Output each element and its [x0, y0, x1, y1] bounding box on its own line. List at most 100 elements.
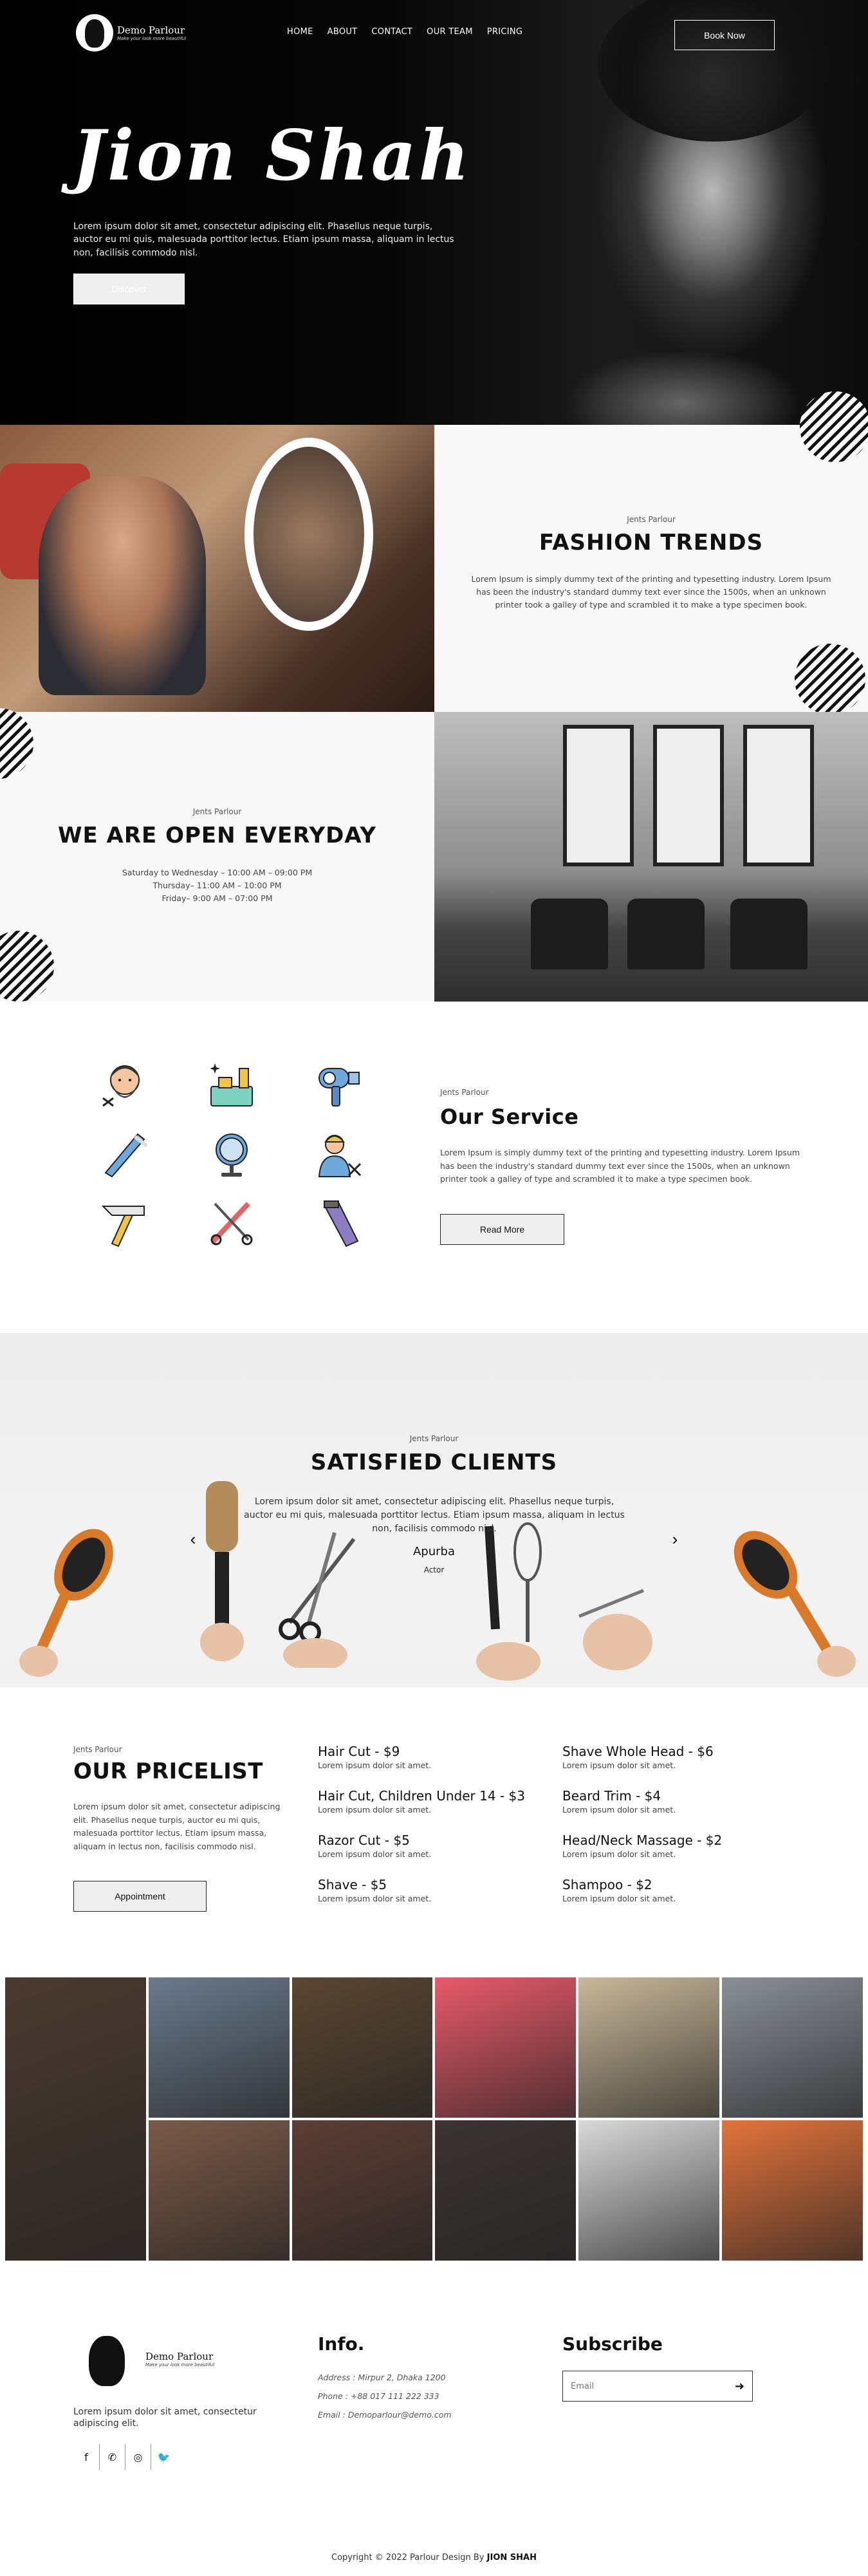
gallery-image[interactable] — [291, 1977, 433, 2118]
brand-logo[interactable]: Demo Parlour Make your look more beautif… — [76, 14, 186, 51]
gallery-image[interactable] — [435, 1977, 577, 2118]
prev-arrow-icon[interactable]: ‹ — [183, 1529, 203, 1549]
info-title: Info. — [318, 2333, 365, 2355]
price-item: Beard Trim - $4 Lorem ipsum dolor sit ame… — [562, 1788, 676, 1815]
open-hours-list: Saturday to Wednesday – 10:00 AM – 09:00… — [0, 866, 434, 905]
price-desc: Lorem ipsum dolor sit amet. — [318, 1849, 432, 1859]
info-phone: Phone : +88 017 111 222 333 — [318, 2391, 439, 2401]
price-name: Razor Cut - $5 — [318, 1833, 410, 1848]
nav-contact[interactable]: CONTACT — [371, 27, 412, 37]
facebook-icon[interactable]: f — [73, 2444, 99, 2470]
price-item: Shave Whole Head - $6 Lorem ipsum dolor s… — [562, 1744, 714, 1770]
copyright-text: Copyright © 2022 Parlour Design By — [331, 2553, 485, 2562]
nav-home[interactable]: HOME — [287, 27, 313, 37]
barber-icon — [310, 1125, 367, 1182]
testimonial-role: Actor — [423, 1565, 445, 1574]
price-item: Razor Cut - $5 Lorem ipsum dolor sit amet… — [318, 1833, 431, 1859]
subscribe-form: ➜ — [562, 2371, 753, 2402]
hero-title: Jion Shah — [72, 115, 472, 196]
whisk-and-comb-image — [463, 1513, 560, 1687]
pricelist-title: OUR PRICELIST — [73, 1759, 263, 1784]
book-now-button[interactable]: Book Now — [674, 20, 775, 50]
cosmetics-icon — [203, 1056, 260, 1112]
photo-shape — [653, 725, 724, 866]
price-desc: Lorem ipsum dolor sit amet. — [562, 1805, 676, 1815]
arrow-right-icon[interactable]: ➜ — [735, 2380, 744, 2393]
nav-pricing[interactable]: PRICING — [487, 27, 523, 37]
gallery-image[interactable] — [5, 1977, 146, 2261]
info-email: Email : Demoparlour@demo.com — [318, 2410, 452, 2420]
photo-shape — [531, 899, 608, 969]
hair-dryer-icon — [310, 1056, 367, 1112]
price-name: Head/Neck Massage - $2 — [562, 1833, 723, 1848]
open-hours-line: Friday– 9:00 AM – 07:00 PM — [162, 893, 273, 903]
service-kicker: Jents Parlour — [440, 1088, 489, 1097]
gallery-image[interactable] — [148, 1977, 290, 2118]
info-address: Address : Mirpur 2, Dhaka 1200 — [318, 2373, 446, 2382]
gallery-image[interactable] — [578, 2120, 720, 2261]
gallery-image[interactable] — [435, 2120, 577, 2261]
nav-our-team[interactable]: OUR TEAM — [427, 27, 473, 37]
stripe-decoration-icon — [795, 644, 865, 714]
footer-about: Lorem ipsum dolor sit amet, consectetur … — [73, 2407, 257, 2429]
fashion-kicker: Jents Parlour — [627, 515, 676, 524]
discover-button[interactable]: Discover — [73, 274, 185, 304]
photo-gallery — [5, 1977, 863, 2261]
instagram-icon[interactable]: ◎ — [125, 2444, 151, 2470]
nav-about[interactable]: ABOUT — [328, 27, 358, 37]
open-hours-line: Saturday to Wednesday – 10:00 AM – 09:00… — [122, 868, 313, 877]
copyright: Copyright © 2022 Parlour Design By JION … — [0, 2553, 868, 2562]
twitter-icon[interactable]: 🐦 — [151, 2444, 176, 2470]
appointment-button[interactable]: Appointment — [73, 1881, 207, 1912]
brand-tagline: Make your look more beautiful — [117, 36, 187, 41]
salon-interior-photo — [434, 712, 868, 1002]
hero-section — [0, 0, 868, 425]
next-arrow-icon[interactable]: › — [665, 1529, 685, 1549]
price-desc: Lorem ipsum dolor sit amet. — [318, 1805, 432, 1815]
straight-razor-icon — [97, 1195, 153, 1251]
price-name: Shave Whole Head - $6 — [562, 1744, 714, 1759]
read-more-button[interactable]: Read More — [440, 1214, 564, 1245]
price-name: Beard Trim - $4 — [562, 1788, 661, 1804]
fashion-title: FASHION TRENDS — [539, 530, 764, 555]
logo-icon — [76, 2327, 140, 2391]
gallery-image[interactable] — [722, 2120, 863, 2261]
price-desc: Lorem ipsum dolor sit amet. — [318, 1760, 432, 1770]
footer-logo[interactable]: Demo Parlour Make your look more beautif… — [76, 2327, 214, 2391]
fashion-trends-section: Jents Parlour FASHION TRENDS Lorem Ipsum… — [434, 391, 868, 714]
gallery-image[interactable] — [148, 2120, 290, 2261]
subscribe-title: Subscribe — [562, 2333, 663, 2355]
pricelist-kicker: Jents Parlour — [73, 1745, 122, 1754]
beard-man-icon — [97, 1056, 153, 1112]
clients-title: SATISFIED CLIENTS — [310, 1450, 558, 1475]
photo-shape — [39, 476, 206, 695]
subscribe-email-input[interactable] — [571, 2381, 712, 2391]
barber-mirror-photo — [0, 425, 434, 712]
price-desc: Lorem ipsum dolor sit amet. — [318, 1894, 432, 1903]
photo-shape — [245, 438, 373, 631]
gallery-image[interactable] — [291, 2120, 433, 2261]
pricelist-body: Lorem ipsum dolor sit amet, consectetur … — [73, 1802, 281, 1851]
open-title: WE ARE OPEN EVERYDAY — [57, 823, 377, 848]
photo-shape — [563, 725, 634, 866]
gallery-image[interactable] — [722, 1977, 863, 2118]
photo-shape — [627, 899, 705, 969]
hair-clipper-icon — [310, 1195, 367, 1251]
gallery-image[interactable] — [578, 1977, 720, 2118]
main-nav: HOME ABOUT CONTACT OUR TEAM PRICING — [287, 27, 522, 37]
hero-text: Lorem ipsum dolor sit amet, consectetur … — [73, 221, 454, 258]
social-links: f ✆ ◎ 🐦 — [73, 2444, 176, 2470]
testimonial-name: Apurba — [412, 1545, 455, 1558]
price-item: Hair Cut - $9 Lorem ipsum dolor sit amet. — [318, 1744, 431, 1770]
whatsapp-icon[interactable]: ✆ — [99, 2444, 125, 2470]
brand-name: Demo Parlour — [117, 24, 185, 36]
photo-shape — [730, 899, 808, 969]
photo-shape — [743, 725, 814, 866]
price-desc: Lorem ipsum dolor sit amet. — [562, 1849, 676, 1859]
price-name: Shampoo - $2 — [562, 1877, 652, 1892]
price-item: Hair Cut, Children Under 14 - $3 Lorem ip… — [318, 1788, 525, 1815]
footer-brand-name: Demo Parlour — [145, 2351, 214, 2362]
fashion-body: Lorem Ipsum is simply dummy text of the … — [471, 574, 831, 610]
razor-icon — [97, 1125, 153, 1182]
price-name: Hair Cut - $9 — [318, 1744, 400, 1759]
